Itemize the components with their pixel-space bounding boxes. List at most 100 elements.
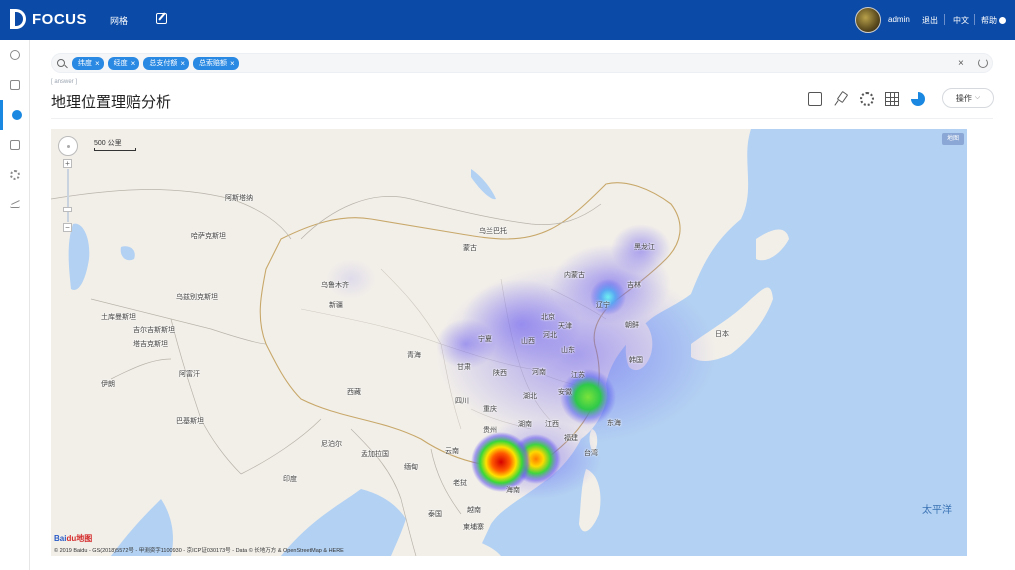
map-label: 乌鲁木齐 <box>321 282 349 289</box>
ocean-label: 太平洋 <box>922 505 952 516</box>
map-label: 西藏 <box>347 389 361 396</box>
map-label: 湖南 <box>518 421 532 428</box>
heat-map[interactable]: 哈萨克斯坦 蒙古 乌兹别克斯坦 土库曼斯坦 吉尔吉斯斯坦 塔吉克斯坦 阿富汗 伊… <box>51 129 967 556</box>
help-label: 帮助 <box>981 16 997 25</box>
sidebar-item-monitor[interactable] <box>0 190 30 220</box>
map-label: 缅甸 <box>404 464 418 471</box>
map-label: 蒙古 <box>463 245 477 252</box>
username[interactable]: admin <box>888 15 910 24</box>
map-label: 辽宁 <box>596 302 610 309</box>
gear-icon <box>10 170 20 180</box>
pie-chart-icon[interactable] <box>911 92 925 106</box>
help-link[interactable]: 帮助 <box>981 15 1006 26</box>
chip-close-icon[interactable]: × <box>95 57 100 70</box>
chip-close-icon[interactable]: × <box>230 57 235 70</box>
operations-label: 操作 <box>955 93 972 103</box>
zoom-in-button[interactable]: + <box>63 159 72 168</box>
logo-text: FOCUS <box>32 10 87 28</box>
logo-icon <box>10 9 26 29</box>
map-label: 阿富汗 <box>179 371 200 378</box>
map-label: 韩国 <box>629 357 643 364</box>
map-label: 甘肃 <box>457 364 471 371</box>
pan-control[interactable] <box>58 136 78 156</box>
map-type-button[interactable]: 地图 <box>942 133 964 145</box>
help-icon <box>11 110 22 120</box>
logout-link[interactable]: 退出 <box>922 15 938 26</box>
search-bar[interactable]: 纬度 × 经度 × 总支付额 × 总索赔额 × × <box>51 53 993 73</box>
page-title: 地理位置理赔分析 <box>51 94 172 111</box>
operations-button[interactable]: 操作 ⌵ <box>942 88 994 108</box>
divider <box>974 14 975 25</box>
comment-icon[interactable] <box>808 92 822 106</box>
map-label: 吉尔吉斯斯坦 <box>133 327 175 334</box>
baidu-logo-text: Bai <box>54 534 67 543</box>
map-label: 宁夏 <box>478 336 492 343</box>
clear-search-icon[interactable]: × <box>958 58 964 69</box>
chip-close-icon[interactable]: × <box>180 57 185 70</box>
sidebar-item-search[interactable] <box>0 40 30 70</box>
map-label: 内蒙古 <box>564 272 585 279</box>
sidebar-item-settings[interactable] <box>0 160 30 190</box>
ghost-tag: [ answer ] <box>51 79 78 85</box>
map-label: 黑龙江 <box>634 244 655 251</box>
chip-close-icon[interactable]: × <box>131 57 136 70</box>
map-label: 日本 <box>715 331 729 338</box>
chip-label: 总索赔额 <box>199 60 228 67</box>
language-link[interactable]: 中文 <box>953 15 969 26</box>
scale-label: 500 公里 <box>94 140 122 147</box>
search-chip[interactable]: 经度 × <box>107 57 140 70</box>
avatar[interactable] <box>855 7 881 33</box>
map-label: 印度 <box>283 476 297 483</box>
logo[interactable]: FOCUS <box>10 9 87 29</box>
edit-icon[interactable] <box>156 13 167 24</box>
sidebar-item-data[interactable] <box>0 130 30 160</box>
pin-board-icon <box>10 80 20 90</box>
map-label: 东海 <box>607 420 621 427</box>
map-label: 阿斯塔纳 <box>225 195 253 202</box>
refresh-icon[interactable] <box>978 58 988 68</box>
map-label: 福建 <box>564 435 578 442</box>
map-label: 贵州 <box>483 427 497 434</box>
map-label: 越南 <box>467 507 481 514</box>
zoom-slider-handle[interactable] <box>63 207 72 212</box>
map-label: 尼泊尔 <box>321 441 342 448</box>
map-label: 河北 <box>543 332 557 339</box>
zoom-slider[interactable] <box>66 169 69 222</box>
table-icon[interactable] <box>885 92 899 106</box>
divider <box>944 14 945 25</box>
map-label: 塔吉克斯坦 <box>133 341 168 348</box>
map-label: 云南 <box>445 448 459 455</box>
map-label: 乌兹别克斯坦 <box>176 294 218 301</box>
sidebar-item-help[interactable] <box>0 100 30 130</box>
scale-bar <box>94 148 136 151</box>
search-icon[interactable] <box>57 59 65 67</box>
nav-grid-link[interactable]: 网格 <box>110 14 128 27</box>
search-chip[interactable]: 纬度 × <box>72 57 104 70</box>
map-label: 北京 <box>541 314 555 321</box>
chip-label: 经度 <box>113 60 128 67</box>
search-chip[interactable]: 总索赔额 × <box>193 57 239 70</box>
map-label: 伊朗 <box>101 381 115 388</box>
map-label: 台湾 <box>584 450 598 457</box>
map-copyright: © 2019 Baidu - GS(2018)5572号 - 甲测资字11009… <box>54 548 344 554</box>
search-icon <box>10 50 20 60</box>
map-label: 柬埔寨 <box>463 524 484 531</box>
map-label: 新疆 <box>329 302 343 309</box>
chip-label: 总支付额 <box>149 60 178 67</box>
sidebar-item-pinboard[interactable] <box>0 70 30 100</box>
pin-icon[interactable] <box>834 92 848 106</box>
chevron-down-icon: ⌵ <box>974 94 981 101</box>
search-chip[interactable]: 总支付额 × <box>143 57 190 70</box>
map-label: 泰国 <box>428 511 442 518</box>
baidu-logo: Baidu地图 <box>54 533 92 544</box>
zoom-out-button[interactable]: − <box>63 223 72 232</box>
sidebar <box>0 40 30 570</box>
map-label: 河南 <box>532 369 546 376</box>
chip-label: 纬度 <box>78 60 92 67</box>
map-label: 山西 <box>521 338 535 345</box>
top-bar: FOCUS 网格 admin 退出 中文 帮助 <box>0 0 1015 40</box>
map-label: 土库曼斯坦 <box>101 314 136 321</box>
gear-icon[interactable] <box>860 92 874 106</box>
map-label: 重庆 <box>483 406 497 413</box>
help-icon <box>999 17 1006 24</box>
